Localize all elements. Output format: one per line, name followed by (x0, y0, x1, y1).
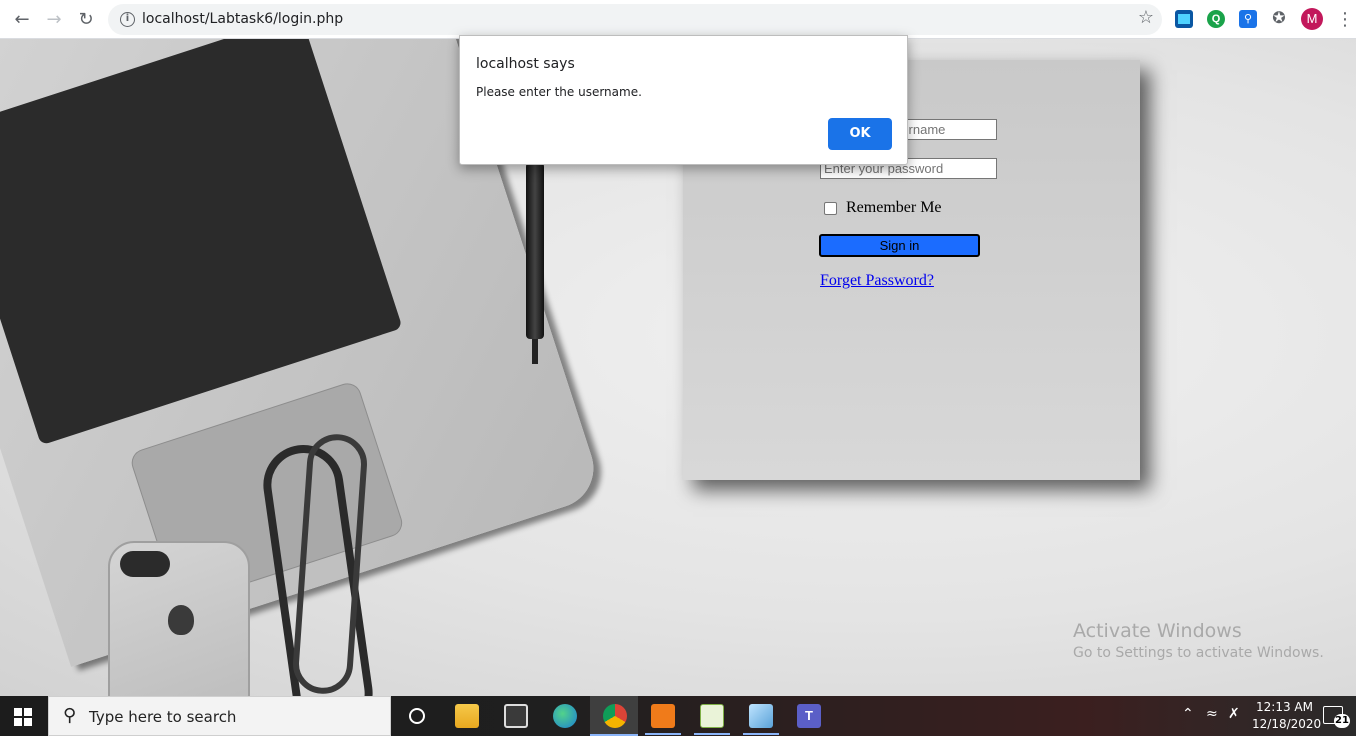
xampp-icon[interactable] (651, 704, 675, 728)
search-icon: ⚲ (63, 705, 77, 726)
pen-image (526, 159, 544, 364)
activate-windows-subtitle: Go to Settings to activate Windows. (1073, 645, 1324, 661)
dialog-message: Please enter the username. (476, 85, 642, 99)
notepad-plus-icon[interactable] (700, 704, 724, 728)
address-bar[interactable]: i localhost/Labtask6/login.php ☆ (108, 4, 1162, 35)
volume-muted-icon[interactable]: ✗ (1228, 706, 1240, 722)
q-extension-icon[interactable]: Q (1207, 10, 1225, 28)
forward-icon[interactable]: → (42, 8, 66, 32)
running-indicator (645, 733, 681, 735)
edge-icon[interactable] (553, 704, 577, 728)
pencil-app-icon[interactable] (749, 704, 773, 728)
chevron-up-icon[interactable]: ⌃ (1182, 706, 1194, 722)
reload-icon[interactable]: ↻ (74, 8, 98, 32)
taskbar-search-placeholder: Type here to search (89, 708, 237, 726)
bookmark-star-icon[interactable]: ☆ (1138, 7, 1154, 28)
taskbar: ⚲ Type here to search T ⌃ ≈ ✗ 12:13 AM 1… (0, 696, 1356, 736)
notification-count-badge: 21 (1334, 714, 1350, 728)
dialog-title: localhost says (476, 56, 575, 72)
forget-password-link[interactable]: Forget Password? (820, 272, 934, 290)
alert-dialog: localhost says Please enter the username… (459, 35, 908, 165)
url-text[interactable]: localhost/Labtask6/login.php (142, 11, 343, 27)
search-extension-icon[interactable]: ⚲ (1239, 10, 1257, 28)
running-indicator (694, 733, 730, 735)
clock-time[interactable]: 12:13 AM (1256, 700, 1313, 714)
windows-start-icon[interactable] (14, 708, 32, 726)
browser-toolbar: ← → ↻ i localhost/Labtask6/login.php ☆ Q… (0, 0, 1356, 39)
clock-date[interactable]: 12/18/2020 (1252, 717, 1321, 731)
teams-icon[interactable]: T (797, 704, 821, 728)
chrome-icon[interactable] (603, 704, 627, 728)
microsoft-store-icon[interactable] (504, 704, 528, 728)
remember-me-checkbox[interactable] (824, 201, 837, 215)
back-icon[interactable]: ← (10, 8, 34, 32)
extensions-puzzle-icon[interactable]: ✪ (1270, 10, 1288, 28)
phone-camera (120, 551, 170, 577)
info-icon[interactable]: i (120, 12, 135, 27)
ok-button[interactable]: OK (828, 118, 892, 150)
film-extension-icon[interactable] (1175, 10, 1193, 28)
activate-windows-title: Activate Windows (1073, 620, 1242, 642)
menu-kebab-icon[interactable]: ⋮ (1336, 8, 1354, 32)
file-explorer-icon[interactable] (455, 704, 479, 728)
sign-in-button[interactable]: Sign in (819, 234, 980, 257)
remember-me-label[interactable]: Remember Me (846, 199, 942, 217)
profile-avatar[interactable]: M (1301, 8, 1323, 30)
running-indicator (743, 733, 779, 735)
taskbar-search-box[interactable]: ⚲ Type here to search (48, 696, 391, 736)
cortana-icon[interactable] (409, 708, 425, 724)
phone-image (108, 541, 250, 696)
network-icon[interactable]: ≈ (1206, 706, 1218, 722)
apple-logo-icon (168, 605, 194, 635)
remember-me-row: Remember Me (824, 199, 942, 217)
